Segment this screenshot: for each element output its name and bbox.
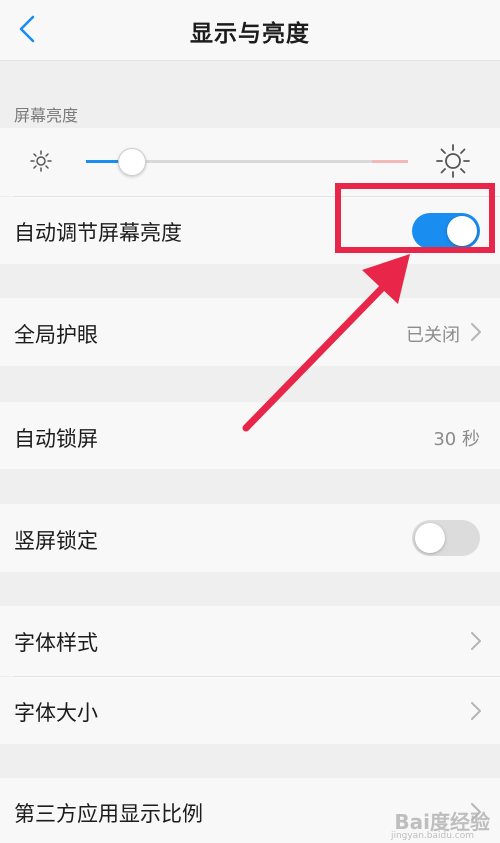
annotation-arrow	[242, 254, 410, 432]
watermark-url: jingyan.baidu.com	[390, 831, 474, 841]
